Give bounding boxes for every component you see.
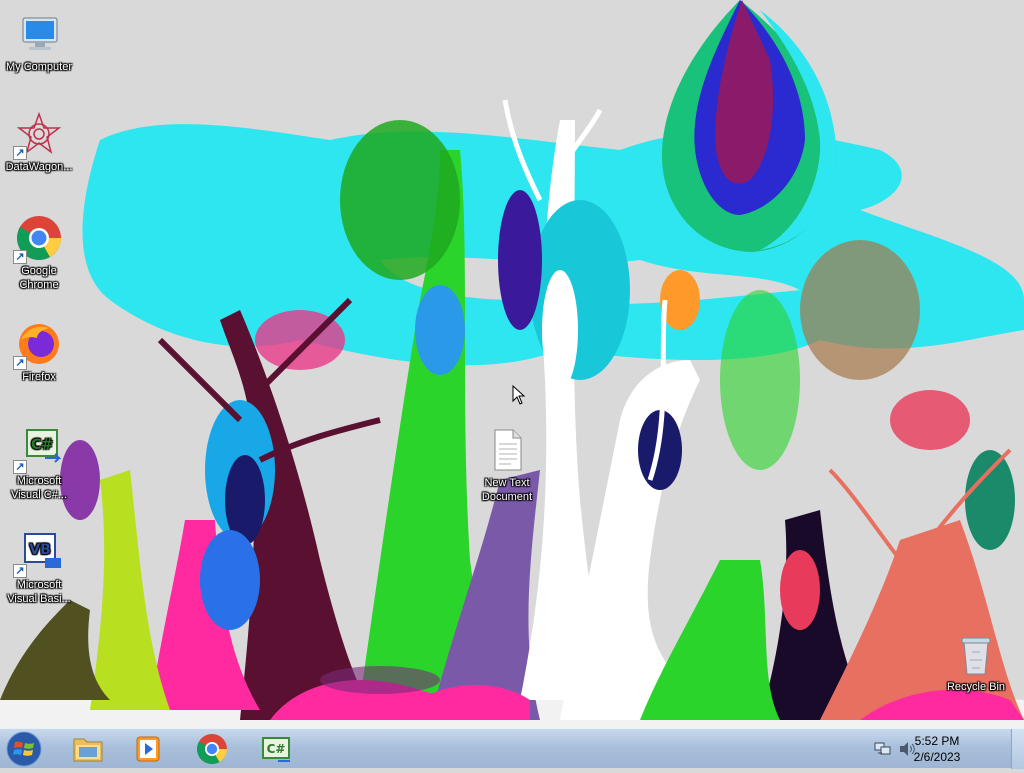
show-desktop-button[interactable] [1011, 729, 1024, 769]
start-button[interactable] [4, 730, 44, 768]
taskbar-button-media-player[interactable] [122, 731, 174, 767]
taskbar: C# 5:52 PM 2/6/2023 [0, 728, 1024, 769]
desktop-icon-google-chrome[interactable]: ↗ Google Chrome [1, 214, 77, 292]
chrome-icon: ↗ [13, 214, 63, 264]
visual-csharp-icon: C# [262, 737, 290, 762]
chrome-icon [196, 734, 227, 765]
visual-csharp-icon: C# ↗ [13, 424, 63, 474]
datawagon-icon: ↗ [13, 110, 63, 160]
network-icon[interactable] [874, 741, 892, 757]
desktop-icon-label: Recycle Bin [946, 681, 1006, 693]
desktop-wallpaper [0, 0, 1024, 728]
desktop-icon-label: Microsoft Visual Basi... [7, 579, 71, 605]
visual-basic-icon: VB ↗ [13, 528, 63, 578]
media-player-icon [136, 736, 160, 762]
desktop-icon-label: New Text Document [481, 477, 533, 503]
shortcut-arrow-icon: ↗ [13, 146, 27, 160]
desktop-icon-new-text-document[interactable]: New Text Document [469, 426, 545, 504]
desktop-icon-my-computer[interactable]: My Computer [1, 10, 77, 74]
system-tray: 5:52 PM 2/6/2023 [874, 729, 1024, 769]
text-document-icon [483, 426, 531, 474]
desktop-icon-datawagon[interactable]: ↗ DataWagon... [1, 110, 77, 174]
desktop-icon-label: My Computer [5, 61, 73, 73]
desktop-icon-label: DataWagon... [5, 161, 73, 173]
shortcut-arrow-icon: ↗ [13, 356, 27, 370]
desktop-icon-visual-csharp[interactable]: C# ↗ Microsoft Visual C#... [1, 424, 77, 502]
desktop-icon-label: Google Chrome [19, 265, 59, 291]
windows-logo-icon [6, 731, 42, 767]
mouse-cursor-icon [512, 385, 526, 405]
taskbar-button-visual-csharp[interactable]: C# [250, 731, 302, 767]
desktop-icon-label: Firefox [22, 371, 56, 383]
folder-icon [73, 738, 103, 762]
shortcut-arrow-icon: ↗ [13, 564, 27, 578]
taskbar-button-windows-explorer[interactable] [62, 731, 114, 767]
svg-text:C#: C# [267, 742, 286, 756]
clock-date[interactable]: 2/6/2023 [902, 750, 972, 764]
desktop-icon-firefox[interactable]: ↗ Firefox [1, 320, 77, 384]
computer-icon [15, 10, 63, 58]
desktop-icon-recycle-bin[interactable]: Recycle Bin [938, 630, 1014, 694]
desktop-icon-visual-basic[interactable]: VB ↗ Microsoft Visual Basi... [1, 528, 77, 606]
svg-text:C#: C# [31, 437, 53, 453]
svg-text:VB: VB [29, 542, 51, 558]
shortcut-arrow-icon: ↗ [13, 460, 27, 474]
recycle-bin-icon [952, 630, 1000, 678]
desktop-icon-label: Microsoft Visual C#... [10, 475, 68, 501]
shortcut-arrow-icon: ↗ [13, 250, 27, 264]
firefox-icon: ↗ [13, 320, 63, 370]
taskbar-button-google-chrome[interactable] [186, 731, 238, 767]
clock-time[interactable]: 5:52 PM [902, 734, 972, 748]
